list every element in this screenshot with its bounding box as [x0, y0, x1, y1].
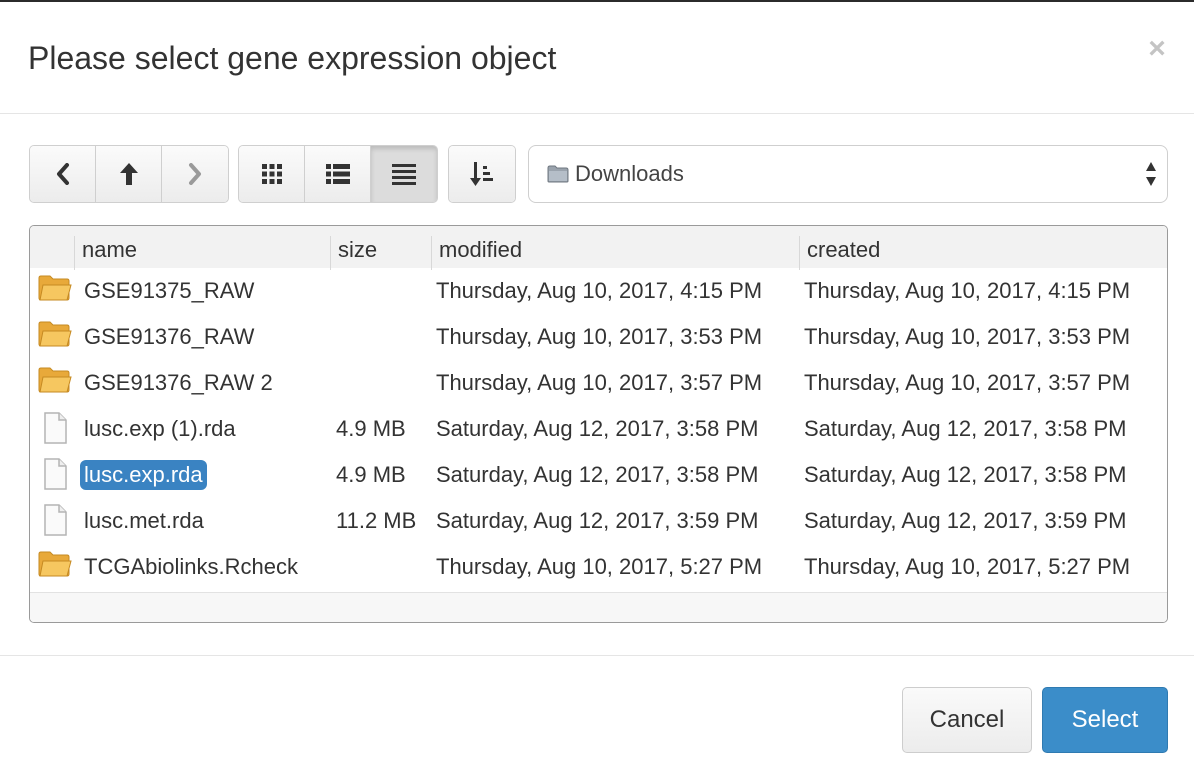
list-view-icon [325, 164, 350, 184]
file-name: lusc.exp (1).rda [84, 416, 236, 441]
column-header-modified[interactable]: modified [433, 234, 522, 268]
file-modified: Saturday, Aug 12, 2017, 3:59 PM [436, 508, 759, 533]
file-icon [38, 458, 72, 495]
file-size: 4.9 MB [336, 462, 406, 487]
file-size: 11.2 MB [336, 508, 417, 533]
chevron-right-icon [189, 163, 201, 185]
detail-view-button[interactable] [371, 146, 437, 202]
footer-divider [0, 655, 1194, 656]
column-header-name[interactable]: name [76, 234, 137, 268]
sort-ascending-icon [470, 162, 493, 186]
dialog-header: Please select gene expression object × [0, 2, 1194, 114]
file-created: Thursday, Aug 10, 2017, 4:15 PM [804, 278, 1131, 303]
select-button[interactable]: Select [1042, 687, 1168, 753]
file-created: Thursday, Aug 10, 2017, 5:27 PM [804, 554, 1131, 579]
file-modified: Thursday, Aug 10, 2017, 5:27 PM [436, 554, 763, 579]
file-modified: Saturday, Aug 12, 2017, 3:58 PM [436, 416, 759, 441]
column-separator [799, 236, 800, 270]
column-header-size[interactable]: size [332, 234, 377, 268]
file-created: Thursday, Aug 10, 2017, 3:53 PM [804, 324, 1131, 349]
file-created: Saturday, Aug 12, 2017, 3:58 PM [804, 416, 1127, 441]
file-row[interactable]: lusc.met.rda 11.2 MB Saturday, Aug 12, 201… [30, 498, 1167, 544]
file-row[interactable]: lusc.exp.rda 4.9 MB Saturday, Aug 12, 2017… [30, 452, 1167, 498]
file-name: lusc.exp.rda [80, 460, 207, 490]
close-button[interactable]: × [1140, 32, 1174, 66]
file-name: GSE91376_RAW [84, 324, 255, 349]
folder-icon [38, 320, 72, 353]
column-separator [74, 236, 75, 270]
folder-icon [38, 274, 72, 307]
file-modified: Thursday, Aug 10, 2017, 3:53 PM [436, 324, 763, 349]
location-select-value: Downloads [575, 161, 684, 186]
sort-button[interactable] [449, 146, 515, 202]
folder-icon [38, 366, 72, 399]
column-separator [330, 236, 331, 270]
file-name: TCGAbiolinks.Rcheck [84, 554, 298, 579]
file-name: GSE91376_RAW 2 [84, 370, 273, 395]
location-select[interactable]: Downloads [528, 145, 1168, 203]
grid-view-button[interactable] [239, 146, 305, 202]
folder-icon [38, 550, 72, 583]
file-icon [38, 504, 72, 541]
dialog-title: Please select gene expression object [28, 40, 557, 76]
file-icon [38, 412, 72, 449]
file-list: name size modified created GSE91375_RAW T… [29, 225, 1168, 623]
file-row[interactable]: TCGAbiolinks.Rcheck Thursday, Aug 10, 201… [30, 544, 1167, 590]
file-row[interactable]: lusc.exp (1).rda 4.9 MB Saturday, Aug 12, … [30, 406, 1167, 452]
file-created: Saturday, Aug 12, 2017, 3:59 PM [804, 508, 1127, 533]
file-modified: Thursday, Aug 10, 2017, 4:15 PM [436, 278, 763, 303]
forward-button[interactable] [162, 146, 228, 202]
back-button[interactable] [30, 146, 96, 202]
sort-button-group [448, 145, 516, 203]
file-row[interactable]: GSE91376_RAW 2 Thursday, Aug 10, 2017, 3:… [30, 360, 1167, 406]
file-modified: Saturday, Aug 12, 2017, 3:58 PM [436, 462, 759, 487]
detail-view-icon [392, 164, 416, 185]
list-view-button[interactable] [305, 146, 371, 202]
file-list-header: name size modified created [30, 226, 1167, 270]
file-name: GSE91375_RAW [84, 278, 255, 303]
chevron-left-icon [56, 163, 69, 185]
column-separator [431, 236, 432, 270]
up-button[interactable] [96, 146, 162, 202]
view-button-group [238, 145, 438, 203]
grid-view-icon [261, 164, 282, 184]
column-header-created[interactable]: created [801, 234, 880, 268]
folder-icon [547, 165, 569, 183]
nav-button-group [29, 145, 229, 203]
cancel-button[interactable]: Cancel [902, 687, 1032, 753]
file-row[interactable]: GSE91375_RAW Thursday, Aug 10, 2017, 4:15… [30, 268, 1167, 314]
file-list-footer [30, 592, 1167, 622]
file-name: lusc.met.rda [84, 508, 204, 533]
file-row[interactable]: GSE91376_RAW Thursday, Aug 10, 2017, 3:53… [30, 314, 1167, 360]
file-created: Saturday, Aug 12, 2017, 3:58 PM [804, 462, 1127, 487]
file-size: 4.9 MB [336, 416, 406, 441]
file-modified: Thursday, Aug 10, 2017, 3:57 PM [436, 370, 763, 395]
file-created: Thursday, Aug 10, 2017, 3:57 PM [804, 370, 1131, 395]
arrow-up-icon [119, 163, 138, 185]
select-arrows-icon [1146, 162, 1156, 186]
